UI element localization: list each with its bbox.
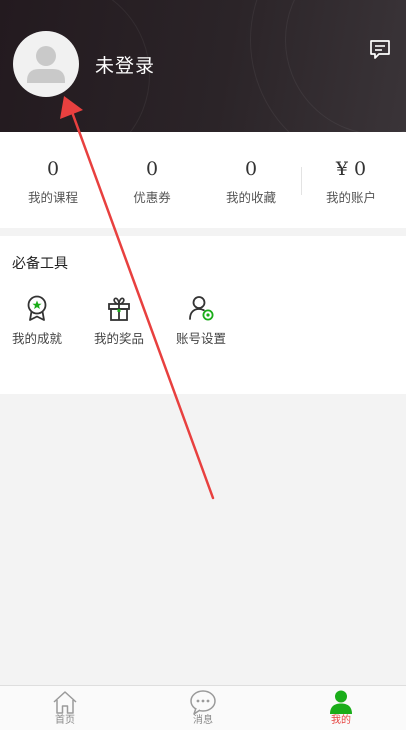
tool-account-settings[interactable]: 账号设置 <box>166 294 236 347</box>
stat-value: 0 <box>244 158 258 180</box>
tool-achievements[interactable]: 我的成就 <box>2 294 72 347</box>
stat-coupons[interactable]: 0 优惠券 <box>102 158 202 206</box>
message-icon <box>370 40 390 59</box>
stat-value: 0 <box>145 158 159 180</box>
stat-my-account[interactable]: ¥ 0 我的账户 <box>301 158 401 206</box>
home-icon <box>53 691 77 714</box>
stats-panel: 0 我的课程 0 优惠券 0 我的收藏 ¥ 0 我的账户 <box>0 132 406 228</box>
stat-my-courses[interactable]: 0 我的课程 <box>3 158 103 206</box>
login-status-text[interactable]: 未登录 <box>95 51 155 78</box>
stat-favorites[interactable]: 0 我的收藏 <box>201 158 301 206</box>
chat-bubble-icon <box>190 690 216 715</box>
tool-label: 我的奖品 <box>93 331 144 346</box>
tab-messages[interactable]: 消息 <box>163 689 243 727</box>
default-avatar-icon <box>27 46 65 83</box>
profile-page: 未登录 0 我的课程 0 优惠券 0 我的收藏 ¥ 0 我的账户 必备工具 我的… <box>0 0 406 730</box>
tools-section: 必备工具 我的成就 我的奖品 账号设置 <box>0 236 406 394</box>
tab-mine[interactable]: 我的 <box>301 689 381 727</box>
tab-home[interactable]: 首页 <box>25 689 105 727</box>
stat-label: 我的账户 <box>325 190 376 205</box>
tab-label: 首页 <box>55 715 75 726</box>
medal-icon <box>27 295 47 321</box>
gift-icon <box>108 297 130 321</box>
tools-title: 必备工具 <box>12 256 68 272</box>
bottom-tab-bar: 首页 消息 我的 <box>0 685 406 730</box>
tool-label: 账号设置 <box>175 331 226 346</box>
stat-value: 0 <box>46 158 60 180</box>
tool-label: 我的成就 <box>11 331 62 346</box>
avatar[interactable] <box>13 31 79 97</box>
tab-label: 消息 <box>193 715 213 726</box>
stat-label: 我的收藏 <box>225 190 276 205</box>
user-icon <box>330 690 352 714</box>
message-button[interactable] <box>369 39 391 61</box>
account-settings-icon <box>189 296 214 321</box>
stat-label: 我的课程 <box>27 190 78 205</box>
profile-header: 未登录 <box>0 0 406 132</box>
tab-label: 我的 <box>331 715 351 726</box>
stat-label: 优惠券 <box>133 190 171 205</box>
stat-value: ¥ 0 <box>335 158 367 180</box>
tool-prizes[interactable]: 我的奖品 <box>84 294 154 347</box>
